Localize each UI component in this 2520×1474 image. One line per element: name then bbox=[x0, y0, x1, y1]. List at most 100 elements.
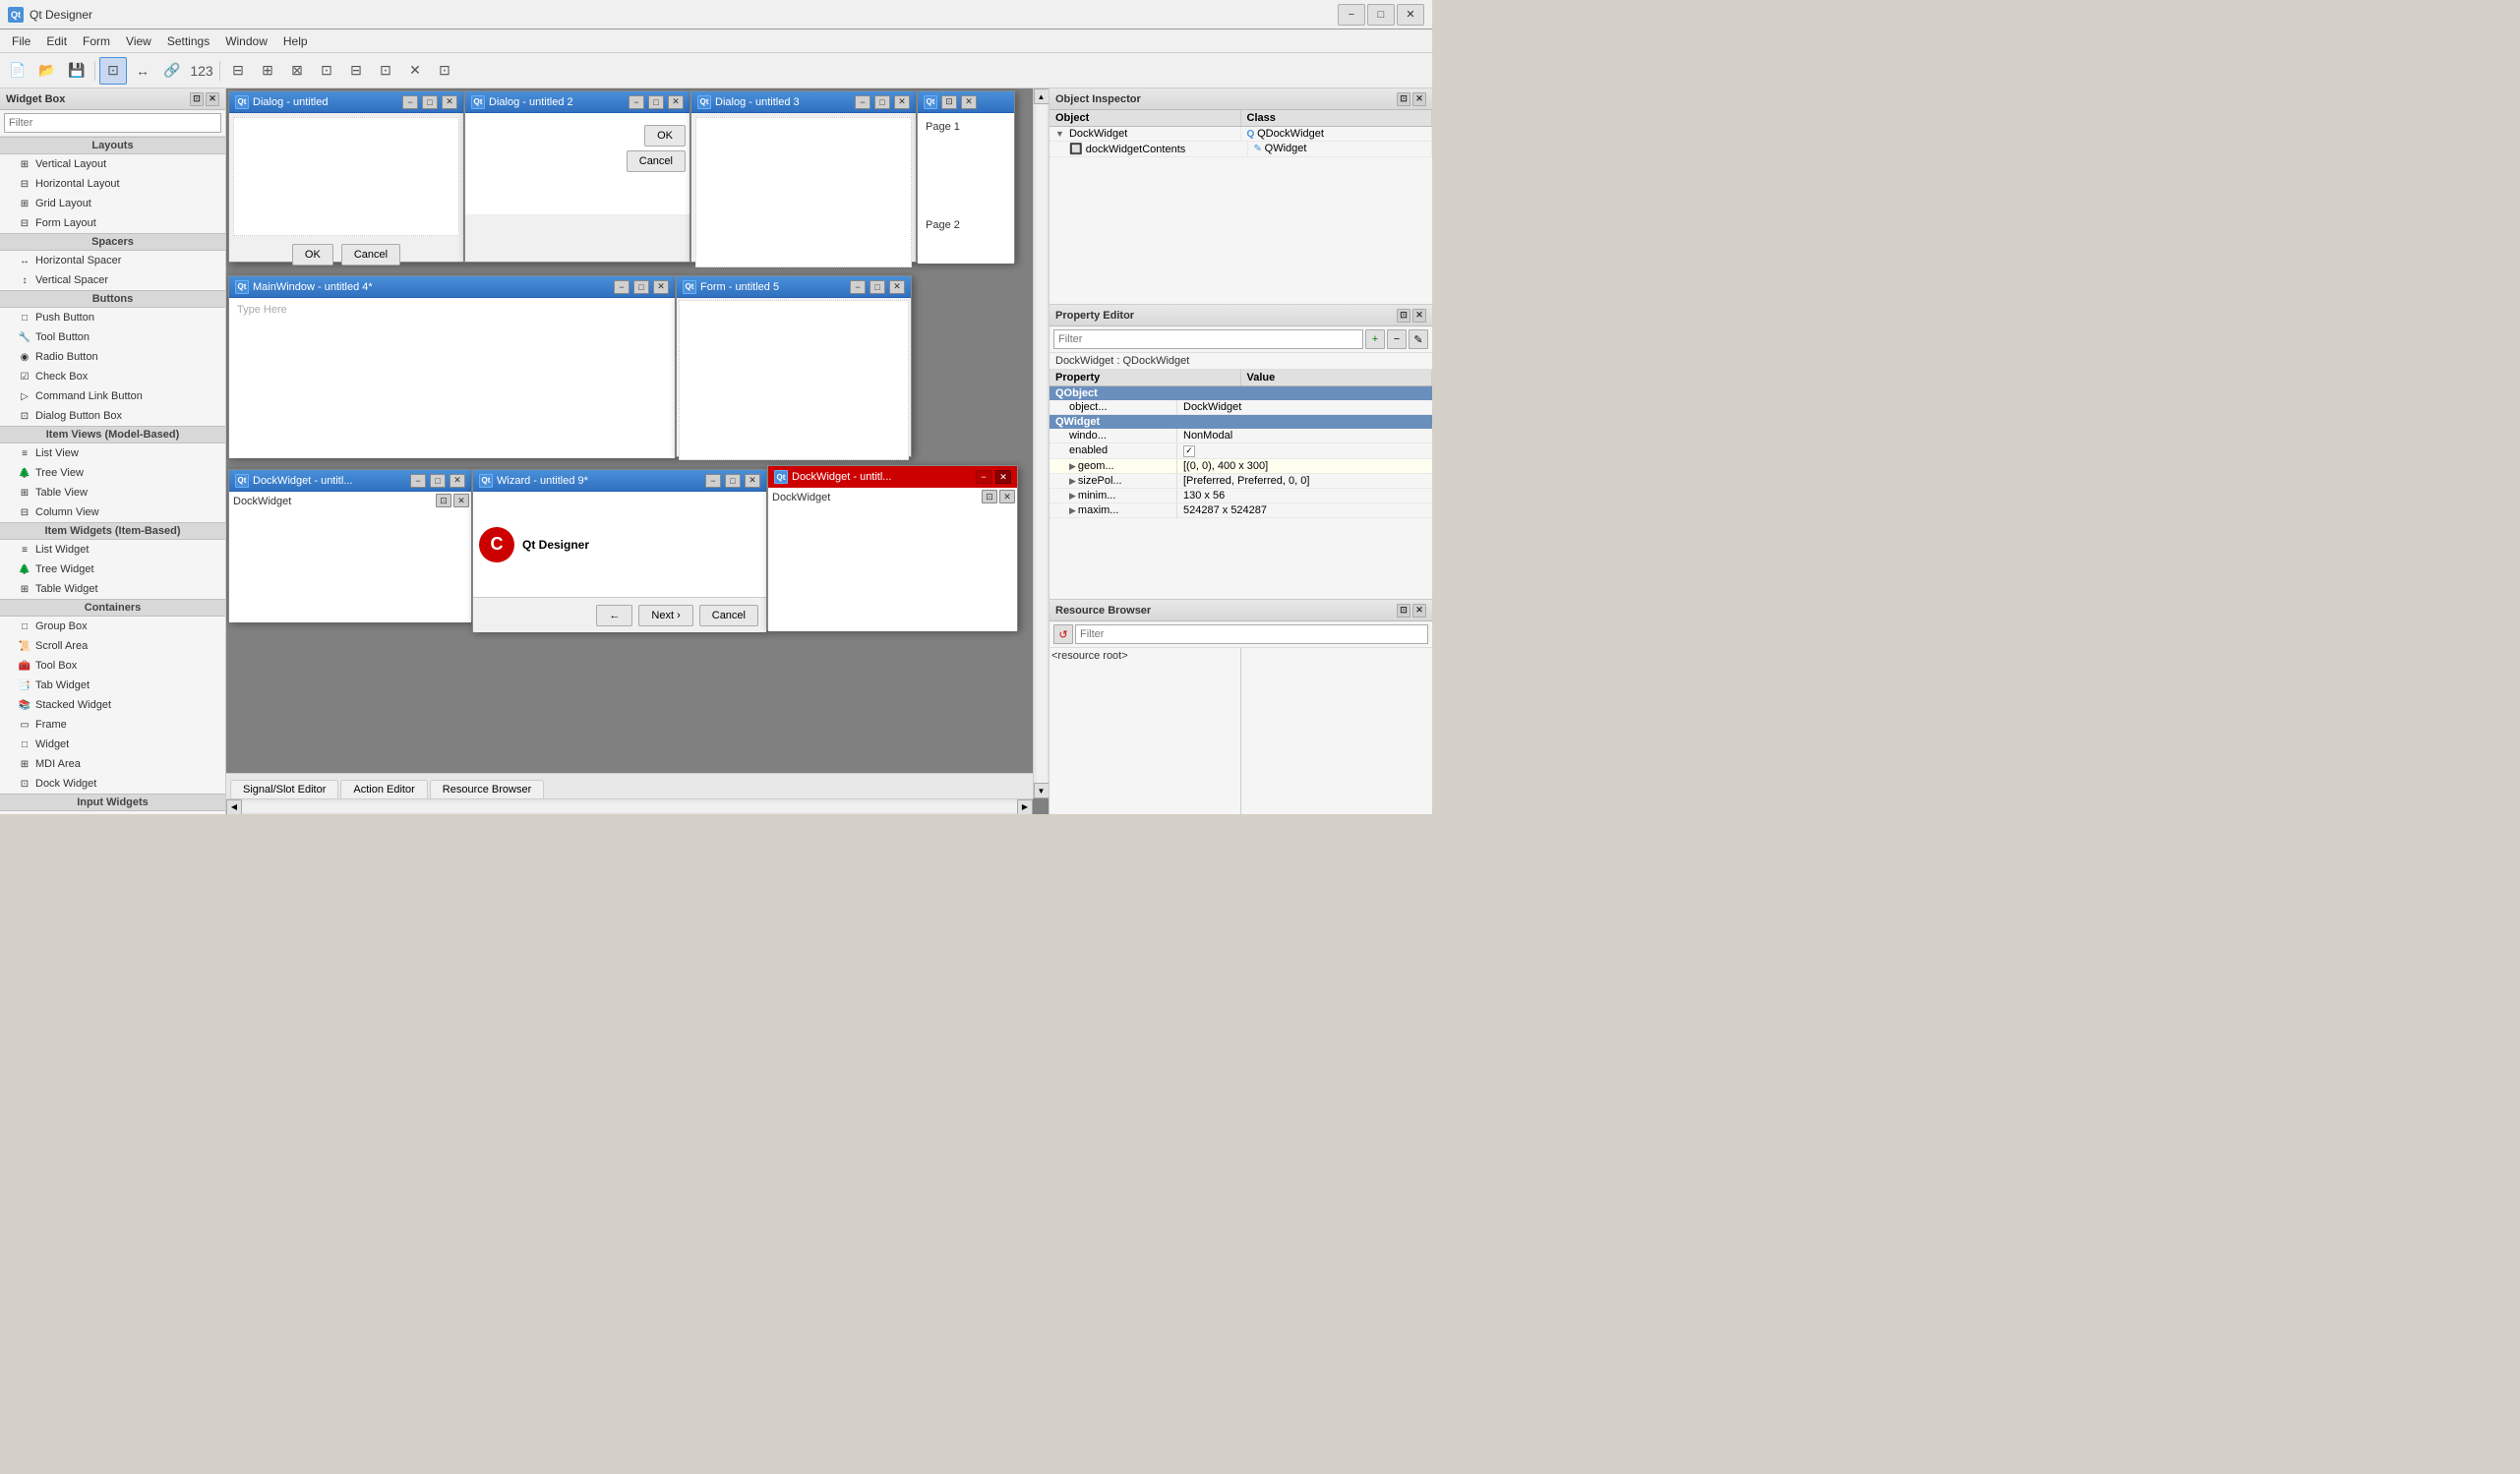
dock-2-minimize[interactable]: − bbox=[976, 470, 991, 484]
dialog-2-ok-button[interactable]: OK bbox=[644, 125, 686, 147]
wizard-close[interactable]: ✕ bbox=[745, 474, 760, 488]
dialog-1-minimize[interactable]: − bbox=[402, 95, 418, 109]
dialog-3-minimize[interactable]: − bbox=[855, 95, 870, 109]
oi-close[interactable]: ✕ bbox=[1412, 92, 1426, 106]
dialog-1-close[interactable]: ✕ bbox=[442, 95, 457, 109]
widget-stacked-widget[interactable]: 📚Stacked Widget bbox=[0, 695, 225, 715]
dialog-1-ok-button[interactable]: OK bbox=[292, 244, 333, 265]
wizard-next-button[interactable]: Next › bbox=[638, 605, 692, 626]
widget-column-view[interactable]: ⊟Column View bbox=[0, 502, 225, 522]
widget-horizontal-spacer[interactable]: ↔Horizontal Spacer bbox=[0, 251, 225, 270]
tb-layout-v[interactable]: ⊞ bbox=[254, 57, 281, 85]
rb-float[interactable]: ⊡ bbox=[1397, 604, 1410, 618]
widget-radio-button[interactable]: ◉Radio Button bbox=[0, 347, 225, 367]
central-scrollbar-v[interactable]: ▲ ▼ bbox=[1033, 88, 1049, 798]
widget-combo-box[interactable]: ▼Combo Box bbox=[0, 811, 225, 814]
scroll-down-btn[interactable]: ▼ bbox=[1034, 783, 1050, 798]
pe-row-maximumsize[interactable]: ▶maxim... 524287 x 524287 bbox=[1050, 503, 1432, 518]
oi-row-dockwidgetcontents[interactable]: 🔲 dockWidgetContents ✎ QWidget bbox=[1050, 142, 1432, 157]
pe-add-btn[interactable]: + bbox=[1365, 329, 1385, 349]
widget-command-link-button[interactable]: ▷Command Link Button bbox=[0, 386, 225, 406]
tb-layout-grid[interactable]: ⊟ bbox=[342, 57, 370, 85]
dialog-2-close[interactable]: ✕ bbox=[668, 95, 684, 109]
pe-float[interactable]: ⊡ bbox=[1397, 309, 1410, 323]
menu-settings[interactable]: Settings bbox=[159, 32, 217, 50]
widget-grid-layout[interactable]: ⊞Grid Layout bbox=[0, 194, 225, 213]
dock-1-inner-float[interactable]: ⊡ bbox=[436, 494, 451, 507]
scroll-right-btn[interactable]: ▶ bbox=[1017, 799, 1033, 815]
widget-tree-view[interactable]: 🌲Tree View bbox=[0, 463, 225, 483]
menu-edit[interactable]: Edit bbox=[38, 32, 75, 50]
rb-close[interactable]: ✕ bbox=[1412, 604, 1426, 618]
form-5-close[interactable]: ✕ bbox=[889, 280, 905, 294]
wizard-back-button[interactable]: ← bbox=[596, 605, 632, 626]
menu-window[interactable]: Window bbox=[217, 32, 275, 50]
tab-resource-browser[interactable]: Resource Browser bbox=[430, 780, 544, 798]
widget-check-box[interactable]: ☑Check Box bbox=[0, 367, 225, 386]
central-scrollbar-h[interactable]: ◀ ▶ bbox=[226, 798, 1033, 814]
menu-view[interactable]: View bbox=[118, 32, 159, 50]
wizard-maximize[interactable]: □ bbox=[725, 474, 741, 488]
widget-table-widget[interactable]: ⊞Table Widget bbox=[0, 579, 225, 599]
widget-group-box[interactable]: □Group Box bbox=[0, 617, 225, 636]
dock-2-inner-float[interactable]: ⊡ bbox=[982, 490, 997, 503]
tb-tab-order[interactable]: 123 bbox=[188, 57, 215, 85]
scroll-up-btn[interactable]: ▲ bbox=[1034, 88, 1050, 104]
tb-open[interactable]: 📂 bbox=[33, 57, 61, 85]
rb-refresh-btn[interactable]: ↺ bbox=[1053, 624, 1073, 644]
pe-close[interactable]: ✕ bbox=[1412, 309, 1426, 323]
dialog-1-cancel-button[interactable]: Cancel bbox=[341, 244, 400, 265]
tb-buddy[interactable]: 🔗 bbox=[158, 57, 186, 85]
oi-row-dockwidget[interactable]: ▼ DockWidget Q QDockWidget bbox=[1050, 127, 1432, 142]
enabled-checkbox[interactable]: ✓ bbox=[1183, 445, 1195, 457]
wizard-minimize[interactable]: − bbox=[705, 474, 721, 488]
widget-table-view[interactable]: ⊞Table View bbox=[0, 483, 225, 502]
tb-layout-vsp[interactable]: ⊡ bbox=[313, 57, 340, 85]
tb-save[interactable]: 💾 bbox=[63, 57, 90, 85]
dialog-2-cancel-button[interactable]: Cancel bbox=[627, 150, 686, 172]
dialog-2-minimize[interactable]: − bbox=[629, 95, 644, 109]
dialog-3-close[interactable]: ✕ bbox=[894, 95, 910, 109]
widget-dock-widget[interactable]: ⊡Dock Widget bbox=[0, 774, 225, 794]
dialog-2-maximize[interactable]: □ bbox=[648, 95, 664, 109]
pe-row-geometry[interactable]: ▶geom... [(0, 0), 400 x 300] bbox=[1050, 459, 1432, 474]
pe-remove-btn[interactable]: − bbox=[1387, 329, 1407, 349]
tab-signal-slot-editor[interactable]: Signal/Slot Editor bbox=[230, 780, 338, 798]
widget-tool-box[interactable]: 🧰Tool Box bbox=[0, 656, 225, 676]
tb-signal-slot[interactable]: ↔ bbox=[129, 57, 156, 85]
widget-scroll-area[interactable]: 📜Scroll Area bbox=[0, 636, 225, 656]
close-button[interactable]: ✕ bbox=[1397, 4, 1424, 26]
mainwindow-close[interactable]: ✕ bbox=[653, 280, 669, 294]
dock-1-minimize[interactable]: − bbox=[410, 474, 426, 488]
dock-2-inner-close[interactable]: ✕ bbox=[999, 490, 1015, 503]
mainwindow-minimize[interactable]: − bbox=[614, 280, 630, 294]
tb-new[interactable]: 📄 bbox=[4, 57, 31, 85]
widget-list-widget[interactable]: ≡List Widget bbox=[0, 540, 225, 560]
rb-filter-input[interactable] bbox=[1075, 624, 1428, 644]
pe-row-minimumsize[interactable]: ▶minim... 130 x 56 bbox=[1050, 489, 1432, 503]
tb-layout-form[interactable]: ⊡ bbox=[372, 57, 399, 85]
rb-root-item[interactable]: <resource root> bbox=[1051, 650, 1238, 662]
maximize-button[interactable]: □ bbox=[1367, 4, 1395, 26]
dock-1-close[interactable]: ✕ bbox=[450, 474, 465, 488]
dialog-3-maximize[interactable]: □ bbox=[874, 95, 890, 109]
widget-vertical-spacer[interactable]: ↕Vertical Spacer bbox=[0, 270, 225, 290]
widget-box-close[interactable]: ✕ bbox=[206, 92, 219, 106]
pe-row-enabled[interactable]: enabled ✓ bbox=[1050, 443, 1432, 459]
widget-frame[interactable]: ▭Frame bbox=[0, 715, 225, 735]
form-5-maximize[interactable]: □ bbox=[870, 280, 885, 294]
widget-tab-widget[interactable]: 📑Tab Widget bbox=[0, 676, 225, 695]
tb-widget-editor[interactable]: ⊡ bbox=[99, 57, 127, 85]
oi-float[interactable]: ⊡ bbox=[1397, 92, 1410, 106]
widget-box-float[interactable]: ⊡ bbox=[190, 92, 204, 106]
pe-filter-input[interactable] bbox=[1053, 329, 1363, 349]
menu-form[interactable]: Form bbox=[75, 32, 118, 50]
widget-form-layout[interactable]: ⊟Form Layout bbox=[0, 213, 225, 233]
widget-list-view[interactable]: ≡List View bbox=[0, 443, 225, 463]
mainwindow-maximize[interactable]: □ bbox=[633, 280, 649, 294]
widget-box-filter-input[interactable] bbox=[4, 113, 221, 133]
widget-vertical-layout[interactable]: ⊞Vertical Layout bbox=[0, 154, 225, 174]
widget-widget[interactable]: □Widget bbox=[0, 735, 225, 754]
tb-break-layout[interactable]: ✕ bbox=[401, 57, 429, 85]
widget-dialog-button-box[interactable]: ⊡Dialog Button Box bbox=[0, 406, 225, 426]
